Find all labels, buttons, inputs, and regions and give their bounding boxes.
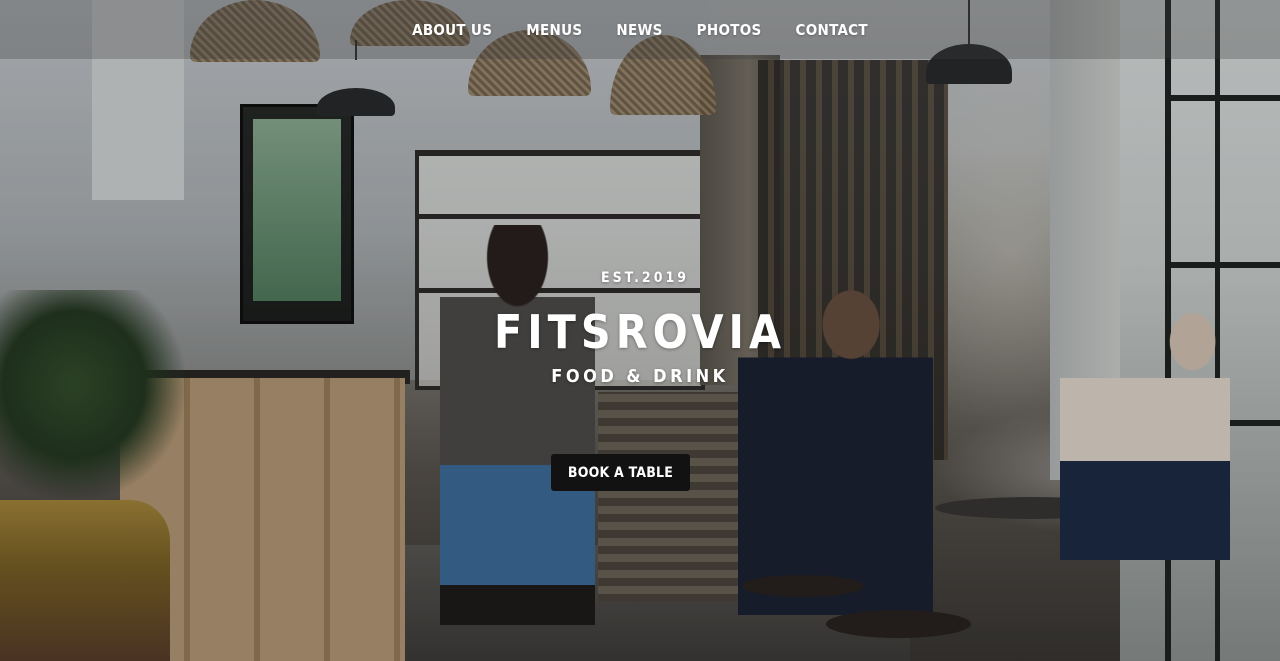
nav-item: MENUS <box>509 20 599 39</box>
nav-link-about-us[interactable]: ABOUT US <box>412 21 492 39</box>
established-label: EST.2019 <box>601 270 689 286</box>
hero-section: ABOUT US MENUS NEWS PHOTOS CONTACT EST.2… <box>0 0 1280 661</box>
nav-item: NEWS <box>599 20 679 39</box>
nav-link-contact[interactable]: CONTACT <box>796 21 868 39</box>
nav-list: ABOUT US MENUS NEWS PHOTOS CONTACT <box>395 20 885 39</box>
restaurant-title: FITSROVIA <box>494 305 786 359</box>
nav-item: ABOUT US <box>395 20 509 39</box>
nav-item: CONTACT <box>779 20 885 39</box>
top-navigation: ABOUT US MENUS NEWS PHOTOS CONTACT <box>0 0 1280 59</box>
book-a-table-button[interactable]: BOOK A TABLE <box>551 454 690 491</box>
nav-link-menus[interactable]: MENUS <box>526 21 582 39</box>
nav-link-photos[interactable]: PHOTOS <box>697 21 762 39</box>
nav-link-news[interactable]: NEWS <box>616 21 662 39</box>
nav-item: PHOTOS <box>680 20 779 39</box>
restaurant-subtitle: FOOD & DRINK <box>551 366 729 387</box>
